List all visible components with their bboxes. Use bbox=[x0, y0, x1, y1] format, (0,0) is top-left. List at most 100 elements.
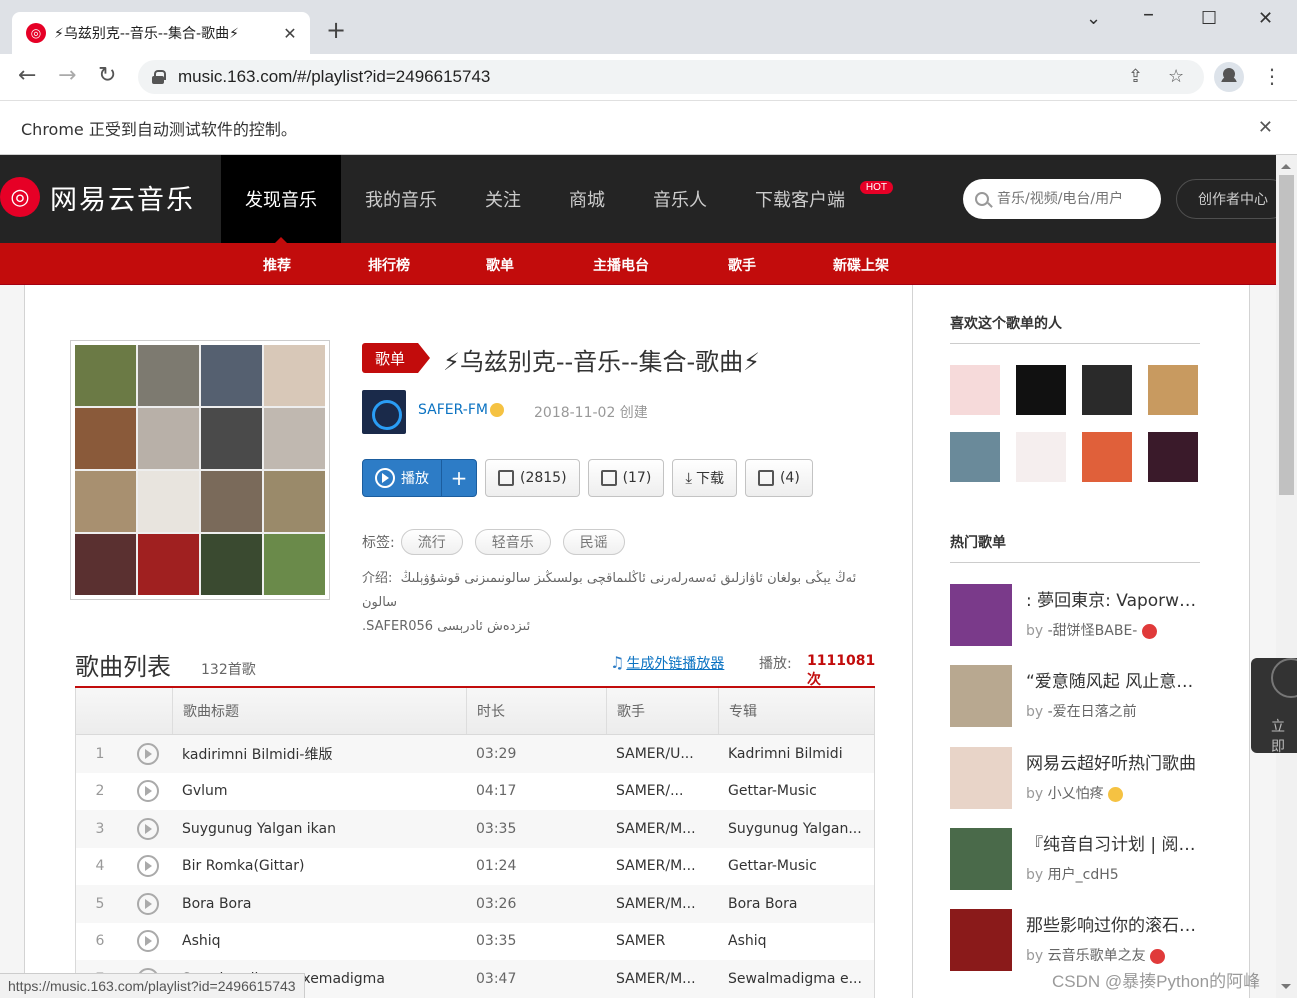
scroll-thumb[interactable] bbox=[1279, 175, 1294, 495]
song-title[interactable]: Suygunug Yalgan ikan bbox=[172, 821, 466, 837]
row-play-icon[interactable] bbox=[137, 742, 159, 765]
scroll-up-arrow-icon[interactable] bbox=[1281, 159, 1291, 169]
nav-musician[interactable]: 音乐人 bbox=[629, 155, 731, 243]
liker-avatar[interactable] bbox=[1082, 432, 1132, 482]
song-artist[interactable]: SAMER bbox=[606, 933, 718, 949]
subnav-new-albums[interactable]: 新碟上架 bbox=[833, 255, 889, 275]
song-album[interactable]: Ashiq bbox=[718, 933, 874, 949]
share-icon[interactable]: ⇪ bbox=[1128, 66, 1143, 87]
external-player-link[interactable]: ♫ 生成外链播放器 bbox=[610, 653, 724, 673]
subnav-recommend[interactable]: 推荐 bbox=[263, 255, 291, 275]
hot-playlist-cover[interactable] bbox=[950, 828, 1012, 890]
song-artist[interactable]: SAMER/... bbox=[606, 783, 718, 799]
profile-avatar-icon[interactable] bbox=[1214, 62, 1244, 92]
song-artist[interactable]: SAMER/M... bbox=[606, 821, 718, 837]
add-to-queue-button[interactable]: + bbox=[442, 466, 476, 490]
tab-close-icon[interactable]: ✕ bbox=[280, 24, 300, 43]
hot-playlist-item[interactable]: 网易云超好听热门歌曲 by 小乂怕疼 bbox=[950, 747, 1210, 811]
share-button[interactable]: (17) bbox=[587, 459, 665, 497]
hot-playlist-user[interactable]: -甜饼怪BABE- bbox=[1048, 623, 1138, 639]
hot-playlist-name[interactable]: “爱意随风起 风止意难平” bbox=[1026, 667, 1200, 692]
subnav-artists[interactable]: 歌手 bbox=[728, 255, 756, 275]
hot-playlist-user[interactable]: -爱在日落之前 bbox=[1048, 704, 1137, 720]
row-play-icon[interactable] bbox=[137, 930, 159, 953]
song-artist[interactable]: SAMER/M... bbox=[606, 971, 718, 987]
nav-discover[interactable]: 发现音乐 bbox=[221, 155, 341, 243]
creator-center-button[interactable]: 创作者中心 bbox=[1176, 179, 1290, 219]
nav-follow[interactable]: 关注 bbox=[461, 155, 545, 243]
hot-playlist-item[interactable]: 那些影响过你的滚石经典 by 云音乐歌单之友 bbox=[950, 909, 1210, 973]
hot-playlist-name[interactable]: : 夢回東京: Vaporwave bbox=[1026, 586, 1200, 611]
hot-playlist-user[interactable]: 云音乐歌单之友 bbox=[1048, 948, 1146, 964]
row-play-icon[interactable] bbox=[137, 780, 159, 803]
bookmark-star-icon[interactable]: ☆ bbox=[1168, 66, 1184, 87]
song-artist[interactable]: SAMER/M... bbox=[606, 896, 718, 912]
minimize-icon[interactable]: – bbox=[1143, 2, 1154, 27]
hot-playlist-cover[interactable] bbox=[950, 584, 1012, 646]
hot-playlist-name[interactable]: 网易云超好听热门歌曲 bbox=[1026, 749, 1200, 774]
subnav-radio[interactable]: 主播电台 bbox=[593, 255, 649, 275]
site-search[interactable] bbox=[963, 179, 1161, 219]
floating-promo-panel[interactable]: 立即 bbox=[1251, 658, 1297, 755]
subnav-charts[interactable]: 排行榜 bbox=[368, 255, 410, 275]
hot-playlist-user[interactable]: 用户_cdH5 bbox=[1048, 867, 1119, 883]
hot-playlist-item[interactable]: “爱意随风起 风止意难平” by -爱在日落之前 bbox=[950, 665, 1210, 729]
hot-playlist-cover[interactable] bbox=[950, 909, 1012, 971]
playlist-cover[interactable] bbox=[70, 340, 330, 600]
hot-playlist-name[interactable]: 『纯音自习计划 | 阅读』 bbox=[1026, 830, 1200, 855]
liker-avatar[interactable] bbox=[950, 365, 1000, 415]
nav-store[interactable]: 商城 bbox=[545, 155, 629, 243]
search-input[interactable] bbox=[997, 191, 1147, 207]
song-album[interactable]: Gettar-Music bbox=[718, 783, 874, 799]
liker-avatar[interactable] bbox=[1016, 432, 1066, 482]
liker-avatar[interactable] bbox=[950, 432, 1000, 482]
back-arrow-icon[interactable]: ← bbox=[18, 64, 36, 88]
play-button[interactable]: 播放 bbox=[363, 460, 442, 496]
browser-menu-icon[interactable]: ⋮ bbox=[1262, 64, 1282, 88]
page-scrollbar[interactable] bbox=[1276, 155, 1297, 998]
song-title[interactable]: Bora Bora bbox=[172, 896, 466, 912]
liker-avatar[interactable] bbox=[1016, 365, 1066, 415]
song-title[interactable]: Ashiq bbox=[172, 933, 466, 949]
nav-my-music[interactable]: 我的音乐 bbox=[341, 155, 461, 243]
download-button[interactable]: ⤓ 下载 bbox=[672, 459, 737, 497]
nav-download[interactable]: 下载客户端 HOT bbox=[731, 155, 893, 243]
liker-avatar[interactable] bbox=[1148, 365, 1198, 415]
row-play-icon[interactable] bbox=[137, 855, 159, 878]
creator-avatar[interactable] bbox=[362, 390, 406, 434]
song-artist[interactable]: SAMER/M... bbox=[606, 858, 718, 874]
song-album[interactable]: Kadrimni Bilmidi bbox=[718, 746, 874, 762]
window-close-icon[interactable]: ✕ bbox=[1258, 8, 1273, 29]
hot-playlist-cover[interactable] bbox=[950, 665, 1012, 727]
hot-playlist-item[interactable]: : 夢回東京: Vaporwave by -甜饼怪BABE- bbox=[950, 584, 1210, 648]
song-artist[interactable]: SAMER/U... bbox=[606, 746, 718, 762]
song-title[interactable]: Bir Romka(Gittar) bbox=[172, 858, 466, 874]
song-album[interactable]: Suygunug Yalgan... bbox=[718, 821, 874, 837]
browser-tab[interactable]: ◎ ⚡乌兹别克--音乐--集合-歌曲⚡ ✕ bbox=[12, 12, 310, 54]
liker-avatar[interactable] bbox=[1148, 432, 1198, 482]
creator-link[interactable]: SAFER-FM bbox=[418, 402, 504, 418]
tag-folk[interactable]: 民谣 bbox=[562, 529, 625, 555]
song-album[interactable]: Sewalmadigma e... bbox=[718, 971, 874, 987]
song-title[interactable]: Gvlum bbox=[172, 783, 466, 799]
liker-avatar[interactable] bbox=[1082, 365, 1132, 415]
row-play-icon[interactable] bbox=[137, 817, 159, 840]
hot-playlist-user[interactable]: 小乂怕疼 bbox=[1048, 786, 1104, 802]
forward-arrow-icon[interactable]: → bbox=[58, 64, 76, 88]
reload-icon[interactable]: ↻ bbox=[98, 64, 116, 88]
song-album[interactable]: Gettar-Music bbox=[718, 858, 874, 874]
song-album[interactable]: Bora Bora bbox=[718, 896, 874, 912]
infobar-close-icon[interactable]: ✕ bbox=[1258, 117, 1273, 138]
tag-light-music[interactable]: 轻音乐 bbox=[474, 529, 551, 555]
tag-pop[interactable]: 流行 bbox=[400, 529, 463, 555]
comment-button[interactable]: (4) bbox=[744, 459, 813, 497]
song-title[interactable]: kadirimni Bilmidi-维版 bbox=[172, 744, 466, 764]
new-tab-button[interactable]: + bbox=[326, 18, 346, 42]
lock-icon[interactable] bbox=[152, 70, 166, 84]
hot-playlist-item[interactable]: 『纯音自习计划 | 阅读』 by 用户_cdH5 bbox=[950, 828, 1210, 892]
site-logo[interactable]: ◎ 网易云音乐 bbox=[0, 177, 195, 217]
tab-search-chevron-icon[interactable]: ⌄ bbox=[1086, 8, 1101, 29]
hot-playlist-name[interactable]: 那些影响过你的滚石经典 bbox=[1026, 911, 1200, 936]
hot-playlist-cover[interactable] bbox=[950, 747, 1012, 809]
subnav-playlists[interactable]: 歌单 bbox=[486, 255, 514, 275]
